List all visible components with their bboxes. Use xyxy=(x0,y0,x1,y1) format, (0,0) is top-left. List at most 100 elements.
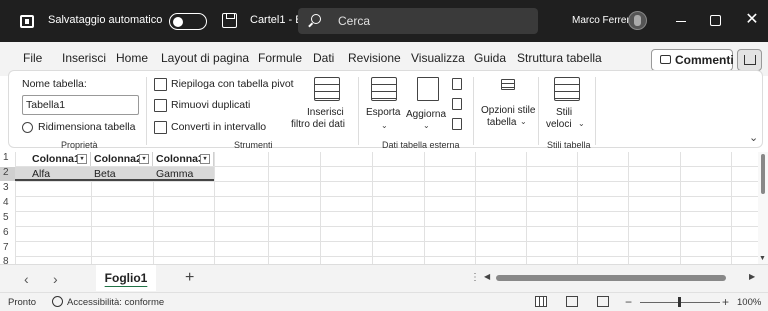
table-header-cell[interactable]: Colonna3 ▾ xyxy=(153,152,214,166)
zoom-out-icon[interactable]: − xyxy=(625,295,632,309)
table-name-input[interactable]: Tabella1 xyxy=(22,95,139,115)
avatar[interactable] xyxy=(628,11,647,30)
page-layout-view-icon[interactable] xyxy=(566,296,578,307)
menu-revisione[interactable]: Revisione xyxy=(348,51,401,65)
ribbon-separator xyxy=(473,77,474,145)
quick-styles-icon xyxy=(554,77,580,101)
refresh-icon xyxy=(417,77,439,101)
menu-inserisci[interactable]: Inserisci xyxy=(62,51,106,65)
vertical-scrollbar[interactable]: ▼ xyxy=(758,152,768,264)
more-options-icon[interactable]: ⋮ xyxy=(470,272,480,283)
zoom-in-icon[interactable]: + xyxy=(722,295,729,309)
header-label: Colonna1 xyxy=(32,153,80,165)
zoom-level[interactable]: 100% xyxy=(737,297,761,308)
slicer-icon xyxy=(314,77,340,101)
search-placeholder: Cerca xyxy=(338,14,371,28)
prev-sheet-icon[interactable]: ‹ xyxy=(24,271,29,287)
menu-visualizza[interactable]: Visualizza xyxy=(411,51,465,65)
ribbon: Nome tabella: Tabella1 Ridimensiona tabe… xyxy=(8,70,763,150)
row-header[interactable]: 6 xyxy=(0,227,15,238)
scroll-down-icon[interactable]: ▼ xyxy=(759,255,766,262)
header-label: Colonna3 xyxy=(156,153,204,165)
menu-guida[interactable]: Guida xyxy=(474,51,506,65)
slicer-label-1: Inserisci xyxy=(307,107,344,118)
filter-dropdown-icon[interactable]: ▾ xyxy=(77,154,87,164)
comment-icon xyxy=(660,55,671,64)
open-browser-icon[interactable] xyxy=(452,98,462,110)
collapse-ribbon-icon[interactable]: ⌄ xyxy=(749,131,759,144)
next-sheet-icon[interactable]: › xyxy=(53,271,58,287)
row-header[interactable]: 1 xyxy=(0,152,15,163)
share-button[interactable] xyxy=(737,49,762,71)
close-icon[interactable]: ✕ xyxy=(744,11,760,29)
search-box[interactable]: Cerca xyxy=(298,8,538,34)
save-icon[interactable] xyxy=(222,13,237,28)
properties-icon[interactable] xyxy=(452,78,462,90)
resize-icon xyxy=(22,122,33,133)
menu-file[interactable]: File xyxy=(23,51,42,65)
filter-dropdown-icon[interactable]: ▾ xyxy=(200,154,210,164)
scroll-left-icon[interactable]: ◀ xyxy=(484,272,490,281)
remove-duplicates-label: Rimuovi duplicati xyxy=(171,99,251,111)
accessibility-status[interactable]: Accessibilità: conforme xyxy=(67,297,164,308)
grid-line xyxy=(577,152,578,264)
zoom-slider-thumb[interactable] xyxy=(678,297,681,307)
ribbon-separator xyxy=(538,77,539,145)
row-header[interactable]: 8 xyxy=(0,256,15,264)
menu-struttura-tabella[interactable]: Struttura tabella xyxy=(517,51,602,65)
table-cell[interactable]: Beta xyxy=(91,167,153,181)
filter-dropdown-icon[interactable]: ▾ xyxy=(139,154,149,164)
minimize-icon[interactable] xyxy=(676,21,686,23)
unlink-icon[interactable] xyxy=(452,118,462,130)
add-sheet-icon[interactable]: + xyxy=(185,269,194,287)
search-icon xyxy=(311,14,321,24)
menu-formule[interactable]: Formule xyxy=(258,51,302,65)
chevron-down-icon: ⌄ xyxy=(578,119,585,128)
autosave-toggle[interactable] xyxy=(169,13,207,30)
row-header[interactable]: 3 xyxy=(0,182,15,193)
comments-label: Commenti xyxy=(675,53,734,67)
ribbon-separator xyxy=(595,77,596,145)
table-cell[interactable]: Gamma xyxy=(153,167,214,181)
grid-line xyxy=(15,181,758,182)
status-ready: Pronto xyxy=(8,297,36,308)
style-options-label-1: Opzioni stile xyxy=(481,105,536,116)
row-header[interactable]: 4 xyxy=(0,197,15,208)
sheet-tab[interactable]: Foglio1 xyxy=(96,265,156,291)
table-header-cell[interactable]: Colonna2 ▾ xyxy=(91,152,153,166)
grid-line xyxy=(680,152,681,264)
horizontal-scrollbar[interactable] xyxy=(496,275,726,281)
grid-line xyxy=(268,152,269,264)
scroll-right-icon[interactable]: ▶ xyxy=(749,272,755,281)
export-icon xyxy=(371,77,397,101)
ribbon-separator xyxy=(146,77,147,145)
row-header[interactable]: 7 xyxy=(0,242,15,253)
menu-dati[interactable]: Dati xyxy=(313,51,334,65)
normal-view-icon[interactable] xyxy=(535,296,547,307)
refresh-label: Aggiorna xyxy=(406,109,447,120)
slicer-label-2: filtro dei dati xyxy=(291,119,345,130)
convert-range-label: Converti in intervallo xyxy=(171,121,267,133)
row-header[interactable]: 5 xyxy=(0,212,15,223)
excel-logo-icon xyxy=(20,15,34,28)
grid-line xyxy=(424,152,425,264)
menu-layout[interactable]: Layout di pagina xyxy=(161,51,249,65)
autosave-label: Salvataggio automatico xyxy=(48,14,163,26)
spreadsheet-grid[interactable]: 1 2 3 4 5 6 7 8 Colonna1 ▾ Colonna2 ▾ Co… xyxy=(0,152,768,264)
convert-range-icon xyxy=(154,121,167,134)
grid-line xyxy=(214,152,215,264)
maximize-icon[interactable] xyxy=(710,15,721,26)
grid-line xyxy=(15,256,758,257)
table-cell[interactable]: Alfa xyxy=(29,167,91,181)
page-break-view-icon[interactable] xyxy=(597,296,609,307)
pivot-icon xyxy=(154,78,167,91)
remove-duplicates-icon xyxy=(154,99,167,112)
user-name[interactable]: Marco Ferrero xyxy=(572,15,635,26)
chevron-down-icon: ⌄ xyxy=(423,121,430,130)
table-header-cell[interactable]: Colonna1 ▾ xyxy=(29,152,91,166)
row-header[interactable]: 2 xyxy=(0,167,15,178)
scroll-thumb[interactable] xyxy=(761,154,765,194)
comments-button[interactable]: Commenti xyxy=(651,49,734,71)
accessibility-icon xyxy=(52,296,63,307)
menu-home[interactable]: Home xyxy=(116,51,148,65)
